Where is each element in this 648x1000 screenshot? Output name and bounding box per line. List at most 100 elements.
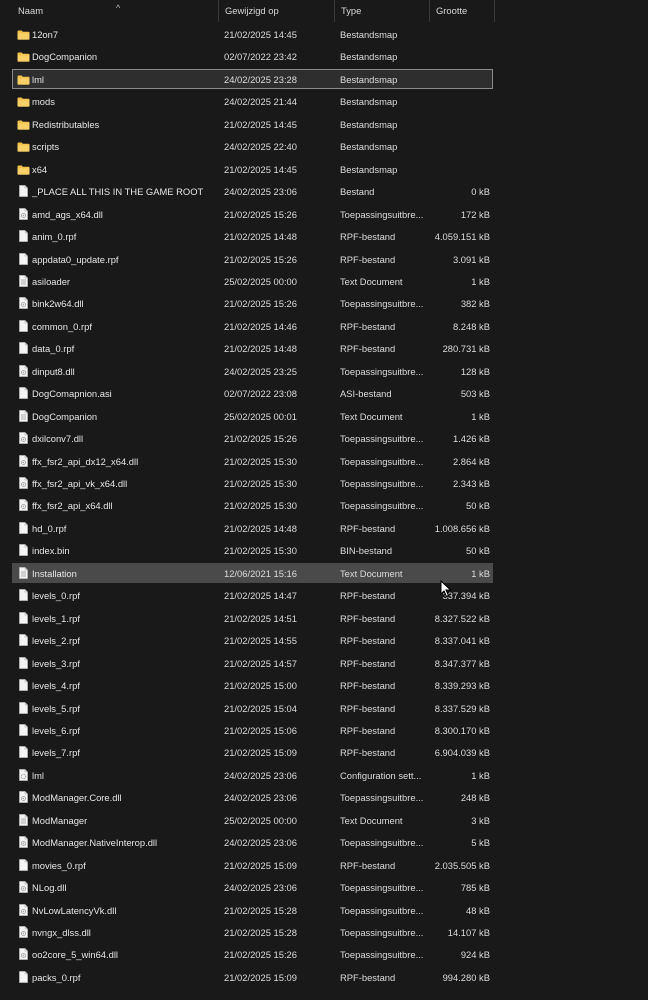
file-type: RPF-bestand: [340, 702, 396, 714]
file-size: [423, 92, 490, 112]
file-type: BIN-bestand: [340, 545, 393, 557]
file-row[interactable]: ModManager.NativeInterop.dll 24/02/2025 2…: [12, 832, 493, 852]
file-name: data_0.rpf: [32, 343, 75, 355]
file-row[interactable]: common_0.rpf 21/02/2025 14:46 RPF-bestand 8…: [12, 316, 493, 336]
file-size: 5 kB: [471, 837, 490, 849]
file-type: Toepassingsuitbre...: [340, 433, 424, 445]
file-size: 1 kB: [471, 275, 490, 287]
file-row[interactable]: data_0.rpf 21/02/2025 14:48 RPF-bestand 280…: [12, 338, 493, 358]
dll-file-icon: [17, 923, 30, 943]
file-size: [423, 137, 490, 157]
column-header-size[interactable]: Grootte: [430, 0, 495, 22]
file-row[interactable]: NLog.dll 24/02/2025 23:06 Toepassingsuitbr…: [12, 877, 493, 897]
file-type: RPF-bestand: [340, 635, 396, 647]
file-row[interactable]: lml 24/02/2025 23:28 Bestandsmap: [12, 68, 493, 89]
file-row[interactable]: packs_0.rpf 21/02/2025 15:09 RPF-bestand 99…: [12, 967, 493, 987]
file-row[interactable]: ffx_fsr2_api_dx12_x64.dll 21/02/2025 15:3…: [12, 451, 493, 471]
file-row[interactable]: bink2w64.dll 21/02/2025 15:26 Toepassingsu…: [12, 293, 493, 313]
file-row[interactable]: ModManager.Core.dll 24/02/2025 23:06 Toepa…: [12, 787, 493, 807]
column-header-modified-label: Gewijzigd op: [225, 5, 279, 16]
file-modified-date: 21/02/2025 15:26: [224, 433, 297, 445]
blank-file-icon: [17, 699, 30, 719]
file-size: 8.327.522 kB: [434, 612, 490, 624]
file-row[interactable]: levels_3.rpf 21/02/2025 14:57 RPF-bestand 8…: [12, 653, 493, 673]
column-header-modified[interactable]: Gewijzigd op: [219, 0, 335, 22]
column-header-type[interactable]: Type: [335, 0, 430, 22]
file-row[interactable]: Installation 12/06/2021 15:16 Text Documen…: [12, 562, 493, 583]
blank-file-icon: [17, 384, 30, 404]
file-row[interactable]: NvLowLatencyVk.dll 21/02/2025 15:28 Toepas…: [12, 900, 493, 920]
file-type: Bestandsmap: [340, 163, 398, 175]
file-type: Text Document: [340, 567, 403, 579]
file-name: mods: [32, 96, 55, 108]
file-row[interactable]: appdata0_update.rpf 21/02/2025 15:26 RPF-b…: [12, 249, 493, 269]
file-row[interactable]: lml 24/02/2025 23:06 Configuration sett...…: [12, 765, 493, 785]
file-modified-date: 21/02/2025 15:26: [224, 949, 297, 961]
file-type: RPF-bestand: [340, 231, 396, 243]
blank-file-icon: [17, 519, 30, 539]
file-name: levels_3.rpf: [32, 657, 80, 669]
file-modified-date: 21/02/2025 15:09: [224, 747, 297, 759]
file-modified-date: 12/06/2021 15:16: [224, 567, 297, 579]
file-name: NvLowLatencyVk.dll: [32, 904, 117, 916]
file-size: 8.337.041 kB: [434, 635, 490, 647]
file-modified-date: 24/02/2025 23:06: [224, 186, 297, 198]
file-modified-date: 25/02/2025 00:00: [224, 814, 297, 826]
file-modified-date: 21/02/2025 15:28: [224, 904, 297, 916]
file-size: 8.300.170 kB: [434, 724, 490, 736]
file-row[interactable]: dxilconv7.dll 21/02/2025 15:26 Toepassings…: [12, 428, 493, 448]
file-size: 785 kB: [460, 882, 490, 894]
file-row[interactable]: levels_5.rpf 21/02/2025 15:04 RPF-bestand 8…: [12, 698, 493, 718]
file-name: ModManager: [32, 814, 88, 826]
file-row[interactable]: mods 24/02/2025 21:44 Bestandsmap: [12, 91, 493, 111]
file-row[interactable]: nvngx_dlss.dll 21/02/2025 15:28 Toepassing…: [12, 922, 493, 942]
file-name: amd_ags_x64.dll: [32, 208, 103, 220]
file-modified-date: 21/02/2025 15:30: [224, 545, 297, 557]
file-row[interactable]: levels_2.rpf 21/02/2025 14:55 RPF-bestand 8…: [12, 630, 493, 650]
file-row[interactable]: _PLACE ALL THIS IN THE GAME ROOT 24/02/20…: [12, 181, 493, 201]
file-row[interactable]: DogComapnion.asi 02/07/2022 23:08 ASI-best…: [12, 383, 493, 403]
file-row[interactable]: oo2core_5_win64.dll 21/02/2025 15:26 Toepa…: [12, 944, 493, 964]
file-row[interactable]: x64 21/02/2025 14:45 Bestandsmap: [12, 159, 493, 179]
config-file-icon: [17, 766, 30, 786]
file-name: levels_6.rpf: [32, 724, 80, 736]
file-row[interactable]: index.bin 21/02/2025 15:30 BIN-bestand 50 k…: [12, 540, 493, 560]
file-row[interactable]: DogCompanion 02/07/2022 23:42 Bestandsmap: [12, 46, 493, 66]
mouse-cursor-icon: [440, 580, 452, 598]
text-file-icon: [17, 811, 30, 831]
file-row[interactable]: levels_0.rpf 21/02/2025 14:47 RPF-bestand 3…: [12, 585, 493, 605]
dll-file-icon: [17, 362, 30, 382]
file-type: RPF-bestand: [340, 522, 396, 534]
file-row[interactable]: ffx_fsr2_api_vk_x64.dll 21/02/2025 15:30 T…: [12, 473, 493, 493]
file-row[interactable]: levels_1.rpf 21/02/2025 14:51 RPF-bestand 8…: [12, 608, 493, 628]
file-name: levels_0.rpf: [32, 590, 80, 602]
file-modified-date: 24/02/2025 23:28: [224, 73, 297, 85]
column-header-name[interactable]: Naam ^: [0, 0, 219, 22]
file-name: Installation: [32, 567, 77, 579]
file-row[interactable]: levels_7.rpf 21/02/2025 15:09 RPF-bestand 6…: [12, 742, 493, 762]
file-row[interactable]: Redistributables 21/02/2025 14:45 Bestands…: [12, 114, 493, 134]
file-row[interactable]: levels_6.rpf 21/02/2025 15:06 RPF-bestand 8…: [12, 720, 493, 740]
file-row[interactable]: 12on7 21/02/2025 14:45 Bestandsmap: [12, 24, 493, 44]
file-row[interactable]: dinput8.dll 24/02/2025 23:25 Toepassingsui…: [12, 361, 493, 381]
file-row[interactable]: anim_0.rpf 21/02/2025 14:48 RPF-bestand 4.0…: [12, 226, 493, 246]
file-size: 337.394 kB: [442, 590, 490, 602]
file-row[interactable]: scripts 24/02/2025 22:40 Bestandsmap: [12, 136, 493, 156]
file-row[interactable]: amd_ags_x64.dll 21/02/2025 15:26 Toepassin…: [12, 204, 493, 224]
file-row[interactable]: asiloader 25/02/2025 00:00 Text Document 1 …: [12, 271, 493, 291]
file-row[interactable]: ModManager 25/02/2025 00:00 Text Document 3…: [12, 810, 493, 830]
file-modified-date: 21/02/2025 15:28: [224, 927, 297, 938]
file-name: levels_2.rpf: [32, 635, 80, 647]
file-name: lml: [32, 769, 44, 781]
file-row[interactable]: DogCompanion 25/02/2025 00:01 Text Documen…: [12, 406, 493, 426]
file-row[interactable]: ffx_fsr2_api_x64.dll 21/02/2025 15:30 Toep…: [12, 495, 493, 515]
file-row[interactable]: levels_4.rpf 21/02/2025 15:00 RPF-bestand 8…: [12, 675, 493, 695]
file-row[interactable]: hd_0.rpf 21/02/2025 14:48 RPF-bestand 1.008…: [12, 518, 493, 538]
file-modified-date: 21/02/2025 15:30: [224, 500, 297, 512]
file-modified-date: 24/02/2025 23:06: [224, 792, 297, 804]
file-size: [423, 160, 490, 180]
file-name: DogCompanion: [32, 410, 98, 422]
file-type: RPF-bestand: [340, 657, 396, 669]
file-row[interactable]: movies_0.rpf 21/02/2025 15:09 RPF-bestand 2…: [12, 855, 493, 875]
file-modified-date: 24/02/2025 21:44: [224, 96, 297, 108]
